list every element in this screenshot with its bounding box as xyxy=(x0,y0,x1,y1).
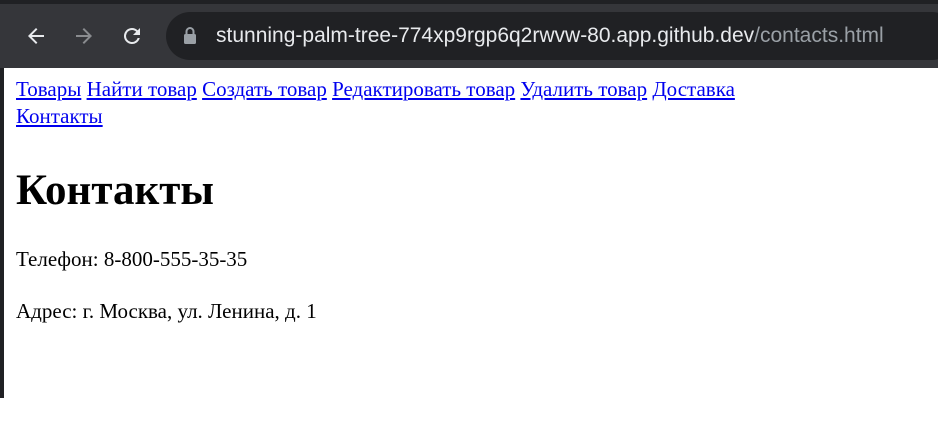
page-content: Товары Найти товар Создать товар Редакти… xyxy=(16,76,916,325)
forward-button[interactable] xyxy=(68,20,100,52)
reload-button[interactable] xyxy=(116,20,148,52)
nav-link-products[interactable]: Товары xyxy=(16,77,81,101)
url-host: stunning-palm-tree-774xp9rgp6q2rwvw-80.a… xyxy=(216,24,755,47)
nav-link-contacts[interactable]: Контакты xyxy=(16,104,103,128)
main-nav: Товары Найти товар Создать товар Редакти… xyxy=(16,76,756,130)
tab-strip-edge xyxy=(0,0,938,4)
nav-link-delete-product[interactable]: Удалить товар xyxy=(520,77,647,101)
nav-link-edit-product[interactable]: Редактировать товар xyxy=(332,77,515,101)
back-button[interactable] xyxy=(20,20,52,52)
nav-link-delivery[interactable]: Доставка xyxy=(652,77,735,101)
reload-icon xyxy=(124,27,140,44)
page-title: Контакты xyxy=(16,167,214,214)
page-viewport: Товары Найти товар Создать товар Редакти… xyxy=(0,68,938,444)
arrow-left-icon xyxy=(28,28,44,44)
address-bar[interactable]: stunning-palm-tree-774xp9rgp6q2rwvw-80.a… xyxy=(166,12,938,60)
nav-link-create-product[interactable]: Создать товар xyxy=(202,77,327,101)
url-text[interactable]: stunning-palm-tree-774xp9rgp6q2rwvw-80.a… xyxy=(216,22,884,50)
url-path: /contacts.html xyxy=(754,24,884,47)
browser-toolbar: stunning-palm-tree-774xp9rgp6q2rwvw-80.a… xyxy=(0,0,938,68)
nav-link-find-product[interactable]: Найти товар xyxy=(87,77,197,101)
phone-text: Телефон: 8-800-555-35-35 xyxy=(16,247,248,271)
address-text: Адрес: г. Москва, ул. Ленина, д. 1 xyxy=(16,299,317,323)
lock-icon[interactable] xyxy=(182,26,198,51)
arrow-right-icon xyxy=(76,28,92,44)
